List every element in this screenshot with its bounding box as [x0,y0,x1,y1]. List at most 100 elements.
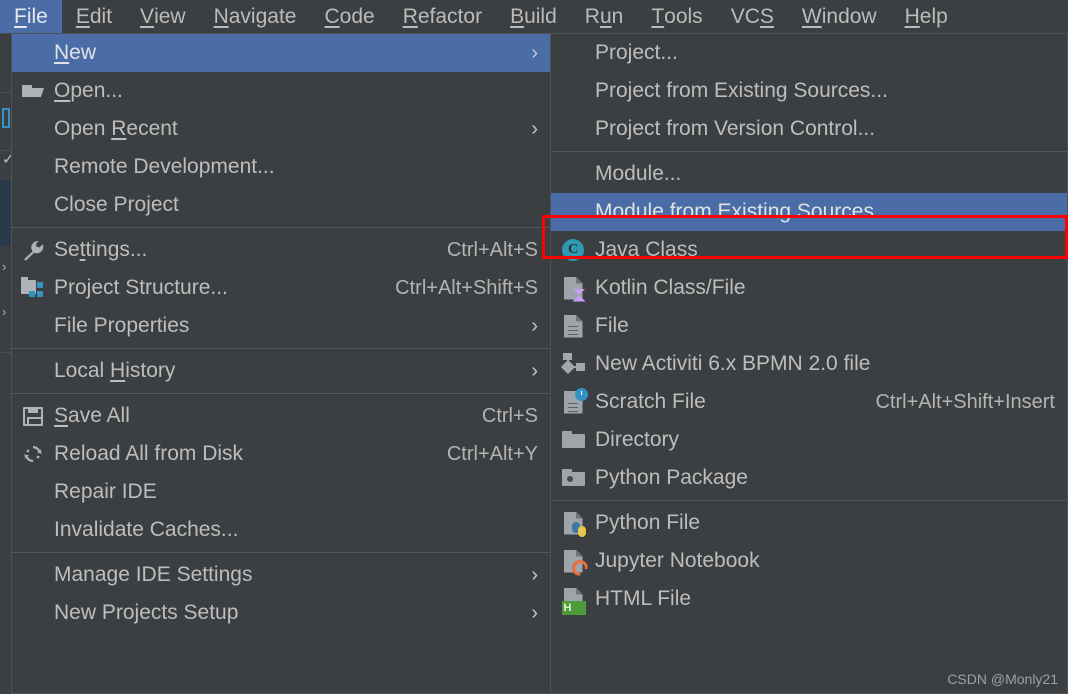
java-class-icon: C [551,231,595,269]
menu-item-open-post: pen... [70,79,123,102]
file-menu-popup[interactable]: New › Open... Open Recent › Remote Devel… [11,33,551,694]
scratch-file-icon [551,383,595,421]
menu-item-new-post: ew [69,41,97,64]
menubar-item-edit-post: dit [89,4,113,28]
menu-item-save-all-post: ave All [68,404,130,427]
menu-item-repair-ide[interactable]: Repair IDE [12,473,550,511]
submenu-item-scratch-file[interactable]: Scratch File Ctrl+Alt+Shift+Insert [551,383,1067,421]
submenu-item-project-icon-slot [551,34,595,72]
chevron-right-icon: › [531,42,538,64]
menubar-item-file-post: ile [26,4,48,28]
submenu-item-project[interactable]: Project... [551,34,1067,72]
submenu-item-file[interactable]: File [551,307,1067,345]
menubar-item-window[interactable]: Window [788,0,891,33]
submenu-item-kotlin-class-file[interactable]: Kotlin Class/File [551,269,1067,307]
wrench-icon [12,231,54,269]
menubar-item-tools-post: ools [664,4,703,28]
new-submenu-popup[interactable]: Project... Project from Existing Sources… [550,33,1068,694]
chevron-right-icon: › [531,360,538,382]
bpmn-diagram-icon [551,345,595,383]
menu-item-local-history[interactable]: Local History › [12,352,550,390]
menu-item-new-projects-setup[interactable]: New Projects Setup › [12,594,550,632]
submenu-item-module-label: Module... [595,162,682,185]
submenu-item-kotlin-label: Kotlin Class/File [595,276,746,299]
menu-item-reload-all-shortcut: Ctrl+Alt+Y [446,442,538,465]
menu-item-invalidate-caches-icon-slot [12,511,54,549]
submenu-item-project-from-version-control[interactable]: Project from Version Control... [551,110,1067,148]
menu-item-local-history-icon-slot [12,352,54,390]
menu-item-close-project[interactable]: Close Project [12,186,550,224]
chevron-right-icon: › [531,564,538,586]
menu-item-project-structure[interactable]: Project Structure... Ctrl+Alt+Shift+S [12,269,550,307]
menu-item-close-project-label: Close Project [54,193,179,216]
submenu-item-directory[interactable]: Directory [551,421,1067,459]
menu-item-open-recent-post: ecent [126,117,178,140]
menubar-item-navigate-mnemonic: N [213,4,229,28]
menu-item-open[interactable]: Open... [12,72,550,110]
submenu-item-python-package[interactable]: Python Package [551,459,1067,497]
menu-item-open-recent[interactable]: Open Recent › [12,110,550,148]
menubar-item-refactor[interactable]: Refactor [389,0,496,33]
menu-item-save-all[interactable]: Save All Ctrl+S [12,397,550,435]
menu-item-new-icon-slot [12,34,54,72]
menubar-item-run[interactable]: Run [571,0,638,33]
menu-item-remote-development[interactable]: Remote Development... [12,148,550,186]
ide-tool-icon [2,108,10,128]
submenu-item-module-from-existing-sources[interactable]: Module from Existing Sources... [551,193,1067,231]
submenu-item-activiti-bpmn-file[interactable]: New Activiti 6.x BPMN 2.0 file [551,345,1067,383]
submenu-item-scratch-file-label: Scratch File [595,390,706,413]
menubar-item-navigate-post: avigate [228,4,297,28]
menubar-item-help-mnemonic: H [904,4,920,28]
menubar-item-edit[interactable]: Edit [62,0,126,33]
menubar-item-tools[interactable]: Tools [637,0,716,33]
submenu-item-project-from-existing-sources[interactable]: Project from Existing Sources... [551,72,1067,110]
menu-item-reload-all-from-disk[interactable]: Reload All from Disk Ctrl+Alt+Y [12,435,550,473]
menubar-item-refactor-mnemonic: R [402,4,418,28]
menubar-item-window-post: indow [821,4,877,28]
submenu-item-scratch-file-shortcut: Ctrl+Alt+Shift+Insert [875,390,1055,413]
menu-separator [12,227,550,228]
menu-separator [12,393,550,394]
menu-item-invalidate-caches[interactable]: Invalidate Caches... [12,511,550,549]
menu-bar[interactable]: File Edit View Navigate Code Refactor Bu… [0,0,1068,33]
submenu-item-python-file[interactable]: Python File [551,504,1067,542]
menubar-item-refactor-post: efactor [417,4,483,28]
submenu-item-jupyter-notebook[interactable]: Jupyter Notebook [551,542,1067,580]
menu-item-file-properties-label: File Properties [54,314,190,337]
submenu-item-java-class-label: Java Class [595,238,698,261]
menubar-item-vcs[interactable]: VC S [717,0,788,33]
menu-item-settings[interactable]: Settings... Ctrl+Alt+S [12,231,550,269]
chevron-right-icon: › [531,315,538,337]
menu-separator [12,552,550,553]
html-file-icon: H [551,580,595,618]
menubar-item-run-pre: R [584,4,600,28]
menubar-item-help[interactable]: Help [891,0,962,33]
menubar-item-file[interactable]: File [0,0,62,33]
menu-item-settings-post: tings... [85,238,148,261]
menubar-item-navigate[interactable]: Navigate [200,0,311,33]
save-icon [12,397,54,435]
menubar-item-run-post: n [611,4,624,28]
menu-item-new[interactable]: New › [12,34,550,72]
menu-item-local-history-mnemonic: H [110,359,126,382]
menu-item-file-properties[interactable]: File Properties › [12,307,550,345]
menu-item-open-recent-icon-slot [12,110,54,148]
menubar-item-code[interactable]: Code [310,0,388,33]
submenu-item-html-file[interactable]: H HTML File [551,580,1067,618]
ide-selected-row [0,180,11,246]
submenu-item-project-existing-label: Project from Existing Sources... [595,79,888,102]
menu-item-save-all-shortcut: Ctrl+S [481,404,538,427]
menubar-item-help-post: elp [919,4,948,28]
menu-item-open-recent-pre: Open [54,117,112,140]
directory-icon [551,421,595,459]
submenu-item-module[interactable]: Module... [551,155,1067,193]
menubar-item-edit-mnemonic: E [75,4,90,28]
menubar-item-build[interactable]: Build [496,0,571,33]
submenu-item-directory-label: Directory [595,428,680,451]
submenu-item-java-class[interactable]: C Java Class [551,231,1067,269]
menu-item-settings-pre: Se [54,238,80,261]
python-file-icon [551,504,595,542]
menubar-item-code-post: ode [339,4,375,28]
menu-item-manage-ide-settings[interactable]: Manage IDE Settings › [12,556,550,594]
menubar-item-view[interactable]: View [126,0,200,33]
